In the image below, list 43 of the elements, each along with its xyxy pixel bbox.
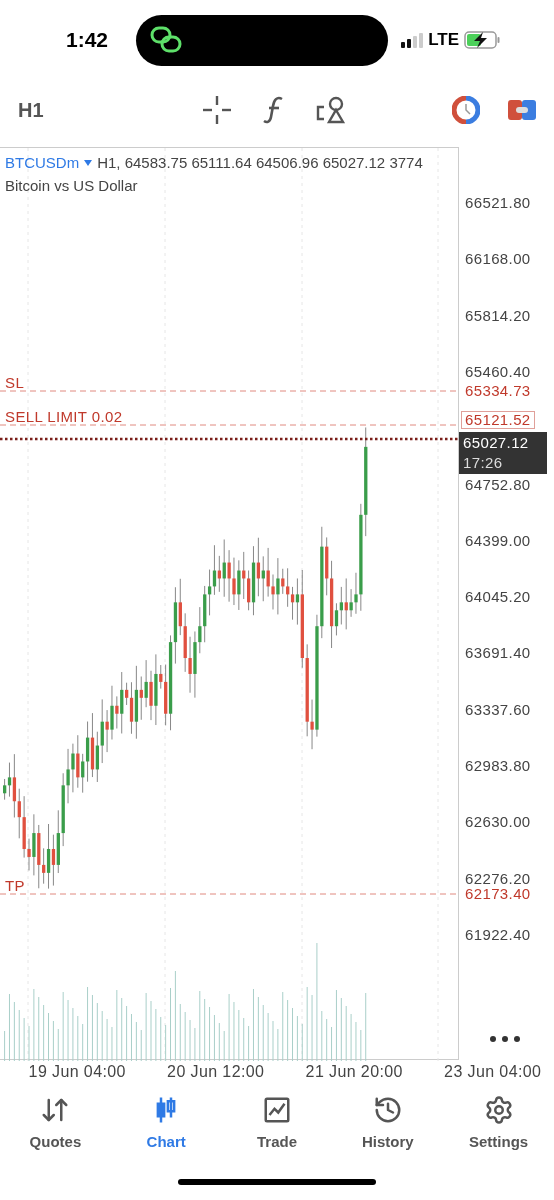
price-tick: 63691.40 (465, 643, 531, 664)
price-tick: 63337.60 (465, 699, 531, 720)
symbol-description: Bitcoin vs US Dollar (5, 175, 139, 196)
price-tick: 62630.00 (465, 812, 531, 833)
shapes-icon[interactable] (316, 95, 346, 125)
crosshair-icon[interactable] (202, 95, 232, 125)
price-tick: 65814.20 (465, 305, 531, 326)
link-icon (149, 25, 184, 55)
time-tick: 20 Jun 12:00 (166, 1062, 266, 1082)
clock-icon[interactable] (452, 96, 480, 124)
current-price: 65027.12 (463, 433, 530, 453)
nav-tab[interactable]: Settings (443, 1094, 554, 1154)
price-tick: 61922.40 (465, 924, 531, 945)
order-label: TP (5, 876, 25, 896)
price-tick: 62983.80 (465, 756, 531, 776)
price-tick: 64399.00 (465, 530, 531, 551)
time-tick: 19 Jun 04:00 (27, 1062, 127, 1082)
signal-icon (401, 32, 424, 48)
timeframe-button[interactable]: H1 (18, 95, 58, 125)
battery-charging-icon (464, 31, 502, 49)
time-tick: 23 Jun 04:00 (443, 1062, 543, 1082)
order-price: 65121.52 (461, 411, 535, 429)
order-label: SL (5, 373, 25, 393)
price-tick: 64045.20 (465, 587, 531, 608)
settings-icon (483, 1094, 514, 1125)
nav-tab[interactable]: History (332, 1094, 444, 1154)
price-tick: 66521.80 (465, 193, 531, 213)
ohlc-info: H1, 64583.75 65111.64 64506.96 65027.12 3774 (97, 153, 423, 173)
caret-icon[interactable] (84, 160, 93, 167)
price-tick: 64752.80 (465, 474, 531, 495)
nav-tab[interactable]: Quotes (0, 1094, 111, 1154)
order-price: 65334.73 (465, 381, 531, 401)
price-tick: 66168.00 (465, 249, 531, 270)
nav-tab[interactable]: Trade (221, 1094, 333, 1154)
status-time: 1:42 (65, 27, 109, 54)
order-label: SELL LIMIT 0.02 (5, 407, 123, 427)
price-tick: 65460.40 (465, 361, 531, 382)
nav-tab[interactable]: Chart (110, 1094, 222, 1154)
symbol-link[interactable]: BTCUSDm (5, 152, 80, 175)
toggle-icon[interactable] (508, 98, 536, 122)
time-tick: 21 Jun 20:00 (304, 1062, 404, 1082)
network-label: LTE (428, 29, 459, 52)
bar-countdown: 17:26 (463, 453, 504, 473)
